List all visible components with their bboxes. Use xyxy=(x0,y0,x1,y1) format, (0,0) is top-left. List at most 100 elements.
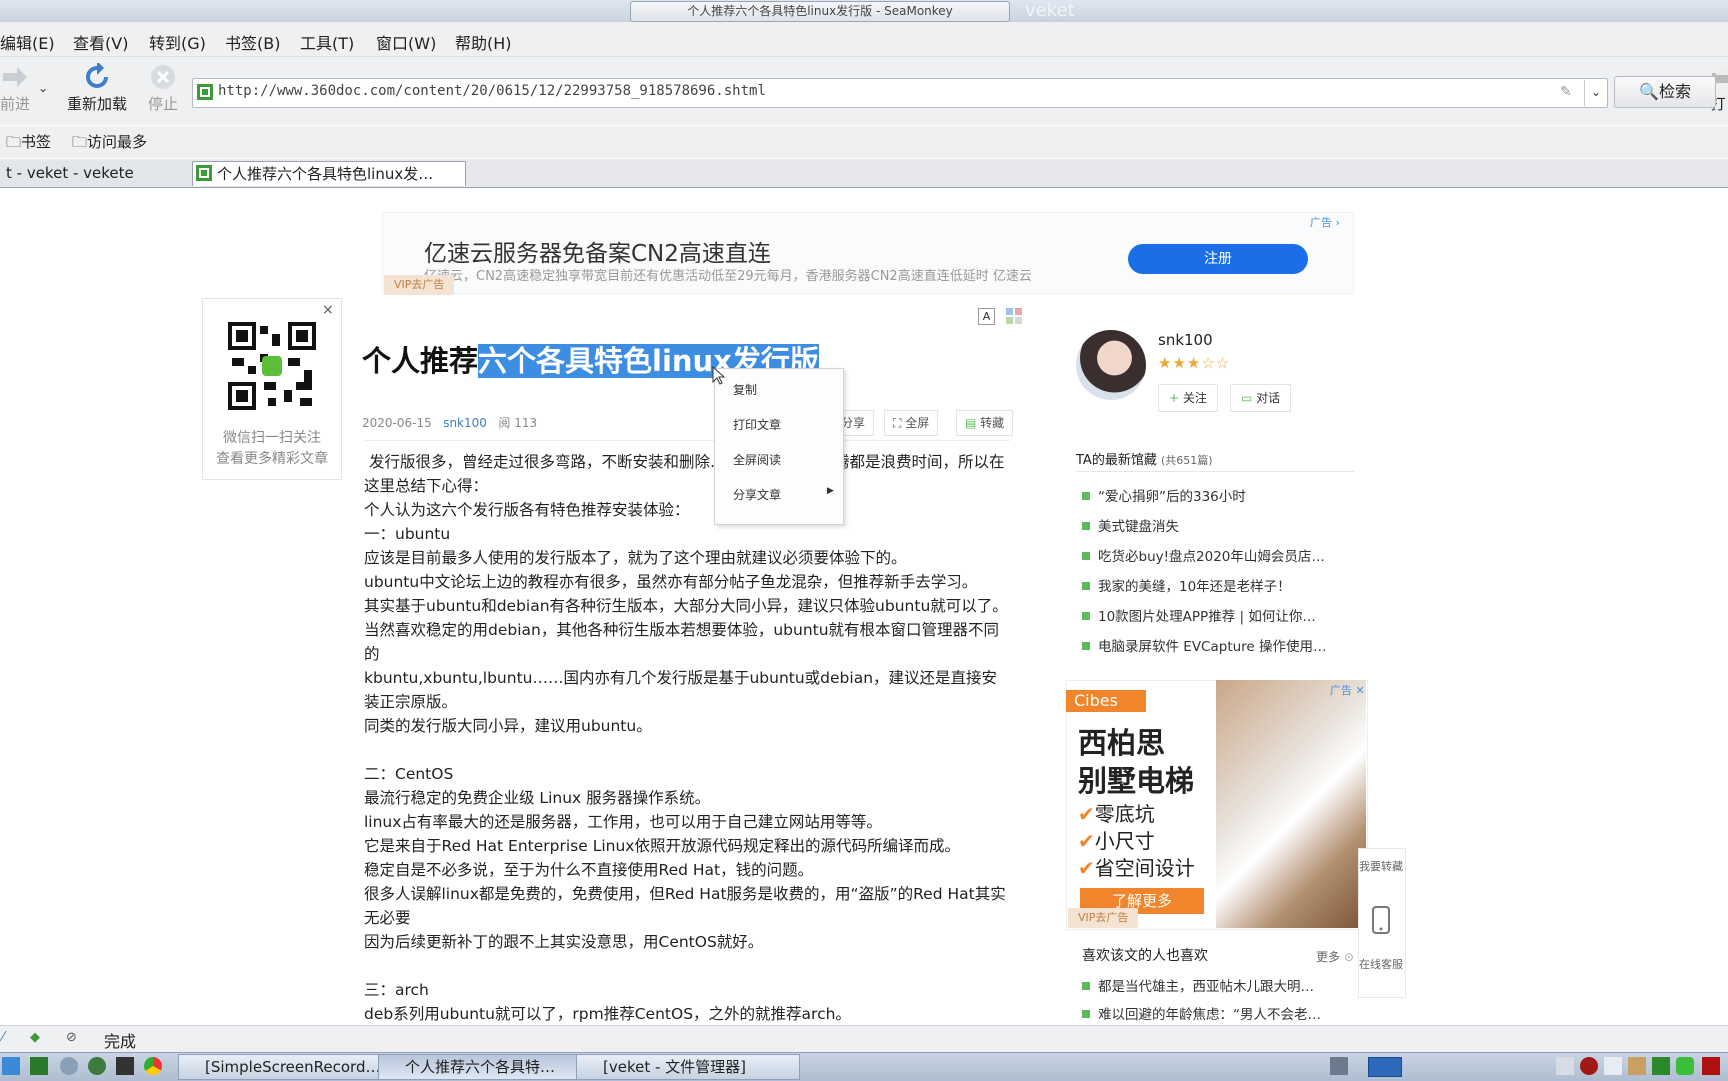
tab-favicon-icon xyxy=(196,165,212,181)
list-item[interactable]: 吃货必buy!盘点2020年山姆会员店… xyxy=(1082,545,1325,565)
article-paragraph: deb系列用ubuntu就可以了，rpm推荐CentOS，之外的就推荐arch。 xyxy=(364,1005,851,1023)
author-rating-stars: ★★★☆☆ xyxy=(1158,354,1231,372)
tray-keyboard-icon[interactable] xyxy=(1556,1057,1574,1075)
most-visited-folder[interactable]: 🗀访问最多 xyxy=(72,131,147,157)
stop-icon xyxy=(151,65,175,89)
pencil-icon: ✎ xyxy=(1560,84,1572,100)
likes-more-link[interactable]: 更多 ⊙ xyxy=(1316,948,1354,965)
taskbar-item-recorder[interactable]: [SimpleScreenRecord… xyxy=(178,1054,402,1080)
ctx-share-article[interactable]: 分享文章 xyxy=(733,486,781,503)
menu-window[interactable]: 窗口(W) xyxy=(376,30,436,54)
feature-label: 省空间设计 xyxy=(1094,856,1195,880)
terminal-icon[interactable] xyxy=(116,1057,134,1075)
tray-screen-icon[interactable] xyxy=(1604,1057,1622,1075)
status-wand-icon: ⁄ xyxy=(2,1030,5,1045)
stop-button[interactable]: 停止 xyxy=(146,63,180,114)
close-icon[interactable]: ✕ xyxy=(1352,684,1364,697)
tray-network-icon[interactable] xyxy=(1652,1057,1670,1075)
likes-more-label: 更多 xyxy=(1316,950,1341,964)
qr-close-icon[interactable]: × xyxy=(322,302,334,318)
menu-go[interactable]: 转到(G) xyxy=(149,30,206,54)
list-item[interactable]: 我家的美缝，10年还是老样子！ xyxy=(1082,575,1291,595)
side-service-button[interactable]: 在线客服 xyxy=(1358,958,1404,972)
staircase-image[interactable] xyxy=(1216,680,1366,928)
right-ad-headline-2: 别墅电梯 xyxy=(1078,764,1195,798)
top-ad-tag[interactable]: 广告 › xyxy=(1310,214,1340,230)
list-item[interactable]: 都是当代雄主，西亚帖木儿跟大明… xyxy=(1082,975,1314,995)
article-paragraph: 同类的发行版大同小异，建议用ubuntu。 xyxy=(364,717,652,735)
skin-grid-icon[interactable] xyxy=(1006,308,1022,324)
register-button[interactable]: 注册 xyxy=(1128,244,1308,274)
reload-button[interactable]: 重新加载 xyxy=(64,63,130,114)
wm-name: veket xyxy=(1025,0,1075,21)
tray-power-icon[interactable] xyxy=(1702,1057,1720,1075)
side-save-button[interactable]: 我要转藏 xyxy=(1358,860,1404,874)
vip-remove-ad-right[interactable]: VIP去广告 xyxy=(1068,908,1139,928)
list-item[interactable]: “爱心捐卵”后的336小时 xyxy=(1082,485,1246,505)
ctx-copy[interactable]: 复制 xyxy=(733,381,757,398)
tray-clipboard-icon[interactable] xyxy=(1628,1057,1646,1075)
article-paragraph xyxy=(364,954,1012,978)
url-dropdown-chevron-icon[interactable]: ⌄ xyxy=(1584,80,1607,106)
bookmarks-folder[interactable]: 🗀书签 xyxy=(6,131,51,157)
checkmark-icon: ✔ xyxy=(1078,856,1095,880)
search-label: 检索 xyxy=(1658,82,1691,101)
right-ad-feature: ✔省空间设计 xyxy=(1078,852,1195,881)
site-favicon-icon xyxy=(197,84,213,100)
list-item[interactable]: 难以回避的年龄焦虑：“男人不会老… xyxy=(1082,1003,1321,1023)
follow-button[interactable]: + 关注 xyxy=(1158,384,1218,412)
tray-printer-icon[interactable] xyxy=(1330,1057,1348,1075)
chat-button[interactable]: ▭ 对话 xyxy=(1230,384,1292,412)
ctx-print-article[interactable]: 打印文章 xyxy=(733,416,781,433)
taskbar-item-file-manager[interactable]: [veket - 文件管理器] xyxy=(576,1054,800,1080)
taskbar-item-seamonkey[interactable]: 个人推荐六个各具特… xyxy=(378,1054,598,1080)
article-author-link[interactable]: snk100 xyxy=(443,416,487,430)
menu-help[interactable]: 帮助(H) xyxy=(455,30,512,54)
menu-bookmarks[interactable]: 书签(B) xyxy=(225,30,280,54)
tab-veket[interactable]: t - veket - vekete xyxy=(0,161,192,185)
url-text[interactable]: http://www.360doc.com/content/20/0615/12… xyxy=(218,83,766,99)
media-play-icon[interactable] xyxy=(88,1057,106,1075)
qr-caption-1: 微信扫一扫关注 xyxy=(223,430,321,446)
tray-battery-icon[interactable] xyxy=(1676,1057,1694,1075)
menu-tools[interactable]: 工具(T) xyxy=(300,30,354,54)
menu-view[interactable]: 查看(V) xyxy=(73,30,128,54)
tray-record-icon[interactable] xyxy=(1580,1057,1598,1075)
list-item[interactable]: 美式键盘消失 xyxy=(1082,515,1179,535)
forward-button[interactable]: 前进 xyxy=(0,63,30,114)
menu-edit[interactable]: 编辑(E) xyxy=(0,30,55,54)
article-date: 2020-06-15 xyxy=(362,416,432,430)
status-text: 完成 xyxy=(104,1032,137,1051)
right-ad-tag[interactable]: 广告 ✕ xyxy=(1330,682,1365,698)
author-avatar[interactable] xyxy=(1076,330,1146,400)
article-paragraph: 稳定自是不必多说，至于为什么不直接使用Red Hat，钱的问题。 xyxy=(364,861,814,879)
folder-icon: 🗀 xyxy=(6,133,22,151)
monitor-icon[interactable] xyxy=(30,1057,48,1075)
desktop-icon[interactable] xyxy=(2,1057,20,1075)
settings-gear-icon[interactable] xyxy=(60,1057,78,1075)
article-meta: 2020-06-15 snk100 阅 113 xyxy=(362,414,537,431)
font-size-button[interactable]: A xyxy=(978,308,995,325)
forward-dropdown[interactable]: ⌄ xyxy=(38,81,48,95)
reload-label: 重新加载 xyxy=(66,95,127,113)
chrome-icon[interactable] xyxy=(144,1057,162,1075)
ctx-fullscreen-read[interactable]: 全屏阅读 xyxy=(733,451,781,468)
fullscreen-button[interactable]: ⛶ 全屏 xyxy=(884,410,939,436)
status-link-icon: ⊘ xyxy=(66,1030,77,1045)
list-item[interactable]: 10款图片处理APP推荐 | 如何让你… xyxy=(1082,605,1316,625)
bookmarks-toolbar: 🗀书签 🗀访问最多 xyxy=(0,126,1728,158)
author-name[interactable]: snk100 xyxy=(1158,331,1213,349)
phone-icon[interactable] xyxy=(1372,906,1390,934)
tray-seamonkey-icon[interactable] xyxy=(1368,1057,1402,1077)
search-button[interactable]: 🔍检索 xyxy=(1614,76,1716,108)
article-paragraph: 一：ubuntu xyxy=(364,525,451,543)
tab-article[interactable]: 个人推荐六个各具特色linux发… xyxy=(192,161,466,186)
submenu-arrow-icon: ▶ xyxy=(827,486,834,496)
bookmarks-label: 书签 xyxy=(21,133,52,151)
right-ad-headline-1: 西柏思 xyxy=(1078,726,1166,760)
vip-remove-ad-top[interactable]: VIP去广告 xyxy=(384,275,455,295)
list-item[interactable]: 电脑录屏软件 EVCapture 操作使用… xyxy=(1082,635,1327,655)
top-ad-title[interactable]: 亿速云服务器免备案CN2高速直连 xyxy=(424,234,771,268)
save-to-library-button[interactable]: ▤ 转藏 xyxy=(956,410,1014,436)
fullscreen-label: 全屏 xyxy=(905,416,930,430)
